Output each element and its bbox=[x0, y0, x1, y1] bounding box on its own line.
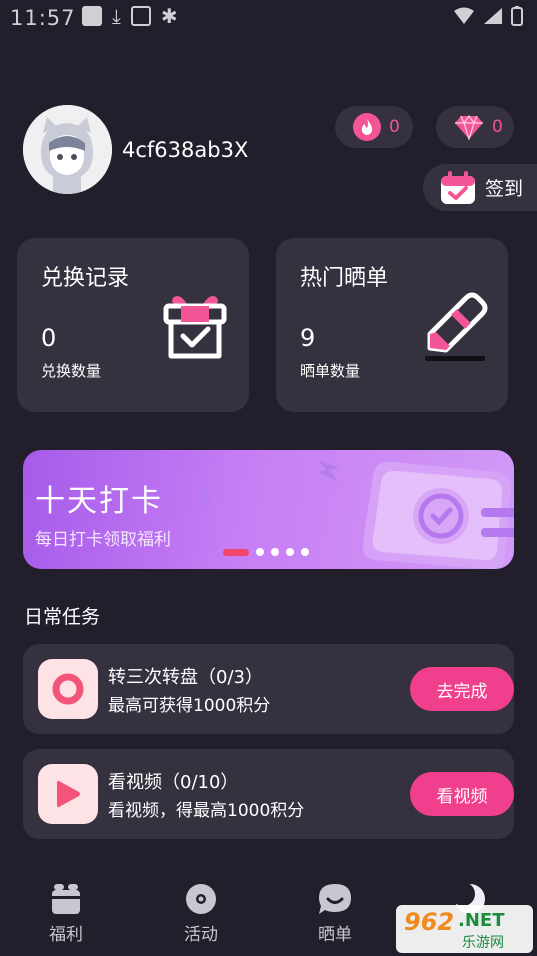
lightning-icon bbox=[317, 460, 339, 482]
fire-points-value: 0 bbox=[389, 117, 400, 137]
disc-icon bbox=[186, 884, 216, 914]
download-icon: ⤓ bbox=[112, 4, 121, 28]
pencil-icon bbox=[425, 292, 488, 361]
watermark-net: .NET bbox=[458, 910, 505, 931]
site-watermark: 962 .NET 乐游网 bbox=[396, 905, 533, 953]
nav-item-welfare[interactable]: 福利 bbox=[26, 882, 106, 945]
banner-illustration bbox=[362, 461, 514, 569]
gift-box-icon bbox=[163, 296, 227, 359]
nav-item-showcase[interactable]: 晒单 bbox=[295, 882, 375, 945]
carousel-dot[interactable] bbox=[256, 548, 264, 556]
wheel-icon bbox=[38, 659, 98, 719]
fire-icon bbox=[353, 113, 381, 141]
exchange-record-card[interactable]: 兑换记录 0 兑换数量 bbox=[17, 238, 249, 412]
task-description: 最高可获得1000积分 bbox=[108, 696, 271, 716]
notification-icons: ⤓ ✱ bbox=[82, 6, 178, 26]
lightning-icon-small bbox=[196, 488, 214, 506]
nav-item-activity[interactable]: 活动 bbox=[161, 882, 241, 945]
bug-icon: ✱ bbox=[160, 4, 178, 28]
banner-title: 十天打卡 bbox=[35, 484, 163, 519]
showcase-count: 9 bbox=[300, 324, 316, 352]
task-watch-video: 看视频（0/10） 看视频，得最高1000积分 看视频 bbox=[23, 749, 514, 839]
carousel-dot[interactable] bbox=[286, 548, 294, 556]
nav-label: 活动 bbox=[184, 925, 218, 945]
gem-points-value: 0 bbox=[492, 117, 503, 137]
hot-showcase-card[interactable]: 热门晒单 9 晒单数量 bbox=[276, 238, 508, 412]
exchange-count-label: 兑换数量 bbox=[41, 362, 102, 380]
chat-icon bbox=[319, 884, 351, 914]
watermark-brand: 962 bbox=[404, 908, 455, 936]
go-complete-button[interactable]: 去完成 bbox=[410, 667, 514, 711]
exchange-count: 0 bbox=[41, 324, 57, 352]
task-name: 看视频（0/10） bbox=[108, 772, 239, 793]
carousel-indicator bbox=[223, 548, 309, 556]
carousel-dot[interactable] bbox=[271, 548, 279, 556]
hot-showcase-title: 热门晒单 bbox=[300, 266, 389, 291]
banner-subtitle: 每日打卡领取福利 bbox=[35, 530, 171, 550]
checkin-banner[interactable]: 十天打卡 每日打卡领取福利 bbox=[23, 450, 514, 569]
gem-points-pill[interactable]: 0 bbox=[436, 106, 514, 148]
calendar-check-icon bbox=[441, 170, 475, 204]
avatar-image bbox=[23, 105, 112, 194]
gem-icon bbox=[455, 114, 483, 140]
watermark-cn: 乐游网 bbox=[462, 935, 504, 951]
status-bar: 11:57 ⤓ ✱ bbox=[0, 0, 537, 36]
carousel-dot[interactable] bbox=[301, 548, 309, 556]
fire-points-pill[interactable]: 0 bbox=[335, 106, 413, 148]
showcase-count-label: 晒单数量 bbox=[300, 362, 361, 380]
watch-video-button[interactable]: 看视频 bbox=[410, 772, 514, 816]
daily-tasks-title: 日常任务 bbox=[24, 606, 101, 628]
play-icon bbox=[38, 764, 98, 824]
status-time: 11:57 bbox=[10, 6, 76, 30]
nav-label: 晒单 bbox=[318, 925, 352, 945]
app-notification-icon bbox=[82, 6, 102, 26]
avatar[interactable] bbox=[23, 105, 112, 194]
wifi-icon bbox=[454, 7, 474, 24]
gift-icon bbox=[52, 884, 80, 914]
signin-label: 签到 bbox=[485, 178, 524, 200]
battery-icon bbox=[511, 6, 523, 26]
nav-label: 福利 bbox=[49, 925, 83, 945]
signal-icon bbox=[484, 8, 502, 24]
screenshot-icon bbox=[130, 6, 151, 26]
exchange-record-title: 兑换记录 bbox=[41, 266, 130, 291]
system-icons bbox=[453, 6, 523, 26]
carousel-dot-active[interactable] bbox=[223, 548, 249, 556]
task-description: 看视频，得最高1000积分 bbox=[108, 801, 305, 821]
task-spin-wheel: 转三次转盘（0/3） 最高可获得1000积分 去完成 bbox=[23, 644, 514, 734]
signin-button[interactable]: 签到 bbox=[423, 164, 537, 211]
username: 4cf638ab3X bbox=[122, 138, 249, 162]
task-name: 转三次转盘（0/3） bbox=[108, 667, 263, 688]
